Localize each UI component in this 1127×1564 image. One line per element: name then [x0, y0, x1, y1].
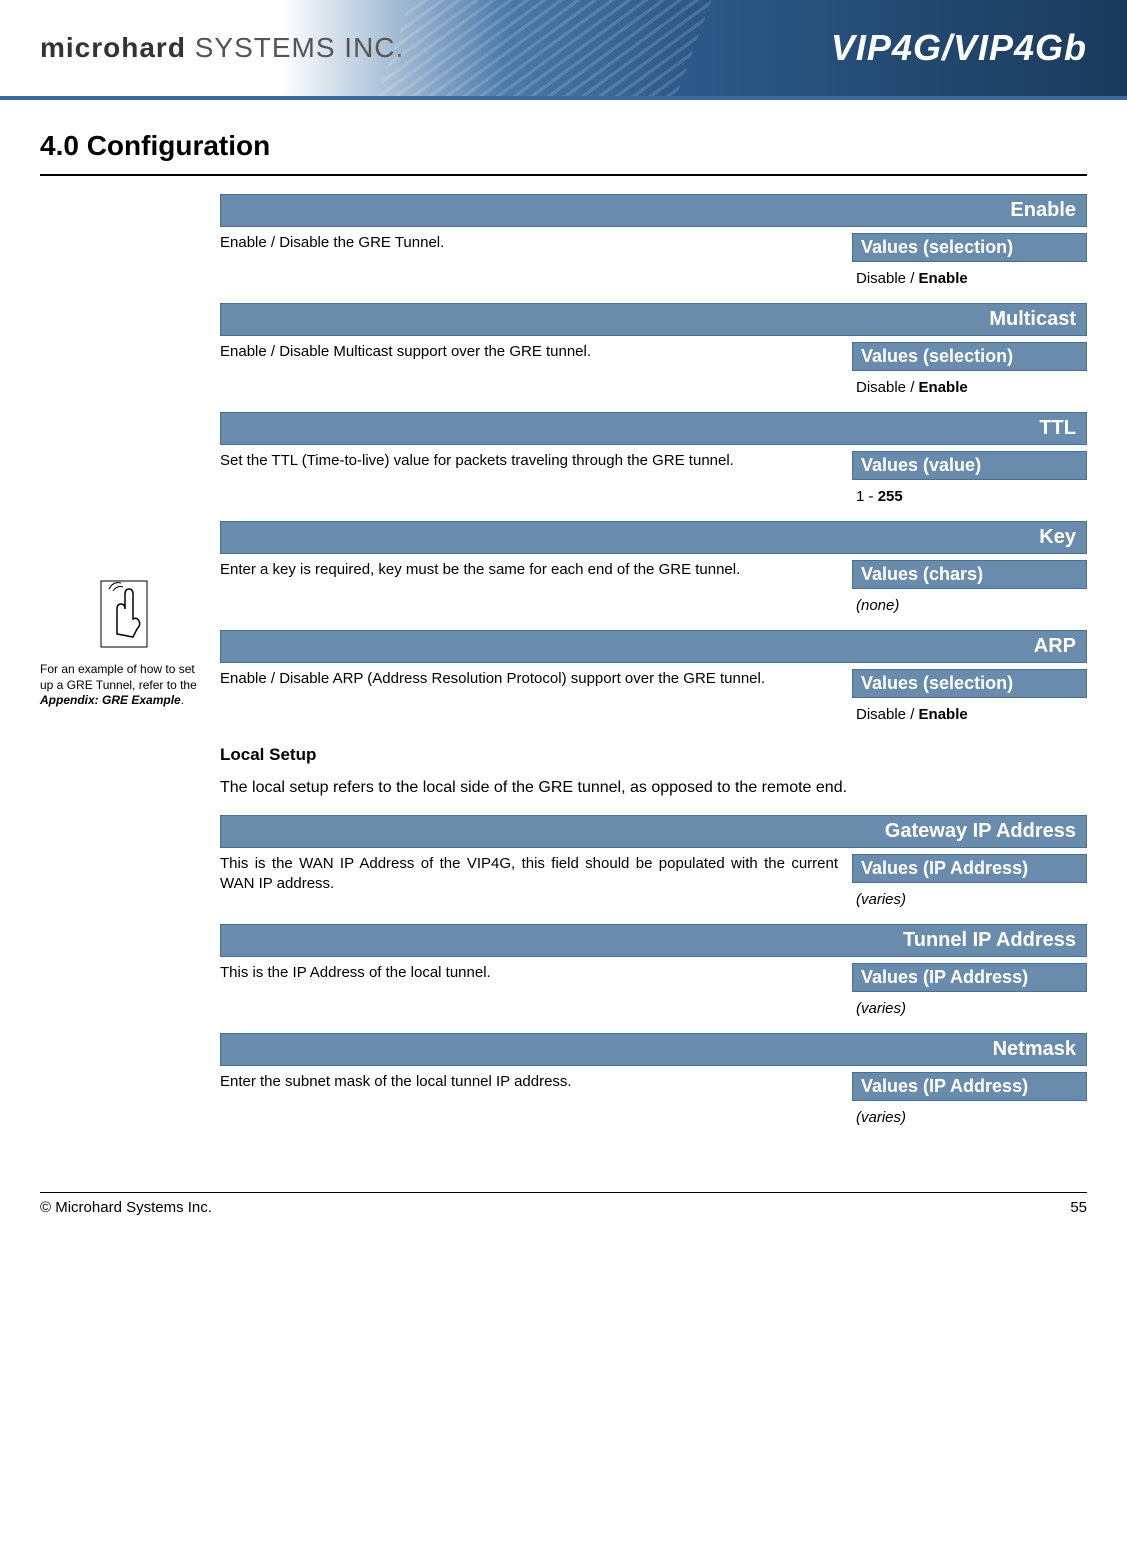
param-desc: Enter the subnet mask of the local tunne… [220, 1072, 852, 1092]
param-key: Key Enter a key is required, key must be… [220, 521, 1087, 618]
values-label: Values (chars) [852, 560, 1087, 589]
param-title: Key [220, 521, 1087, 554]
values-label: Values (IP Address) [852, 1072, 1087, 1101]
param-arp: ARP Enable / Disable ARP (Address Resolu… [220, 630, 1087, 727]
param-title: Multicast [220, 303, 1087, 336]
param-desc: Enter a key is required, key must be the… [220, 560, 852, 580]
param-multicast: Multicast Enable / Disable Multicast sup… [220, 303, 1087, 400]
subsection-text: The local setup refers to the local side… [220, 779, 1087, 797]
main-content: Enable Enable / Disable the GRE Tunnel. … [220, 194, 1087, 1142]
section-title: 4.0 Configuration [0, 100, 1127, 174]
content-wrap: For an example of how to set up a GRE Tu… [0, 194, 1127, 1142]
param-title: TTL [220, 412, 1087, 445]
sidebar-note: For an example of how to set up a GRE Tu… [40, 662, 208, 709]
values-content: (varies) [852, 1101, 1087, 1130]
values-content: Disable / Enable [852, 698, 1087, 727]
logo-suffix: SYSTEMS INC. [186, 32, 404, 63]
values-content: Disable / Enable [852, 371, 1087, 400]
param-desc: Enable / Disable Multicast support over … [220, 342, 852, 362]
sidebar-note-emphasis: Appendix: GRE Example [40, 693, 181, 707]
param-title: Gateway IP Address [220, 815, 1087, 848]
hand-note-icon [94, 574, 154, 654]
values-content: (none) [852, 589, 1087, 618]
subsection-title: Local Setup [220, 745, 1087, 765]
values-label: Values (value) [852, 451, 1087, 480]
param-netmask: Netmask Enter the subnet mask of the loc… [220, 1033, 1087, 1130]
values-label: Values (selection) [852, 669, 1087, 698]
header-banner: microhard SYSTEMS INC. VIP4G/VIP4Gb [0, 0, 1127, 100]
param-desc: Enable / Disable the GRE Tunnel. [220, 233, 852, 253]
footer-rule [40, 1192, 1087, 1193]
values-label: Values (IP Address) [852, 854, 1087, 883]
values-content: 1 - 255 [852, 480, 1087, 509]
sidebar: For an example of how to set up a GRE Tu… [40, 194, 220, 1142]
logo-right: VIP4G/VIP4Gb [831, 27, 1087, 69]
param-desc: Enable / Disable ARP (Address Resolution… [220, 669, 852, 689]
param-tunnel-ip: Tunnel IP Address This is the IP Address… [220, 924, 1087, 1021]
param-desc: This is the WAN IP Address of the VIP4G,… [220, 854, 852, 895]
title-rule [40, 174, 1087, 176]
values-label: Values (IP Address) [852, 963, 1087, 992]
logo-brand: microhard [40, 32, 186, 63]
values-content: (varies) [852, 883, 1087, 912]
logo-left: microhard SYSTEMS INC. [40, 32, 404, 64]
sidebar-note-text-2: . [181, 693, 184, 707]
values-label: Values (selection) [852, 342, 1087, 371]
param-title: Netmask [220, 1033, 1087, 1066]
param-ttl: TTL Set the TTL (Time-to-live) value for… [220, 412, 1087, 509]
footer-copyright: © Microhard Systems Inc. [40, 1199, 212, 1216]
param-desc: This is the IP Address of the local tunn… [220, 963, 852, 983]
param-desc: Set the TTL (Time-to-live) value for pac… [220, 451, 852, 471]
param-title: Tunnel IP Address [220, 924, 1087, 957]
param-gateway-ip: Gateway IP Address This is the WAN IP Ad… [220, 815, 1087, 912]
param-enable: Enable Enable / Disable the GRE Tunnel. … [220, 194, 1087, 291]
footer-page-number: 55 [1070, 1199, 1087, 1216]
values-content: (varies) [852, 992, 1087, 1021]
param-title: Enable [220, 194, 1087, 227]
sidebar-note-text-1: For an example of how to set up a GRE Tu… [40, 662, 197, 692]
values-content: Disable / Enable [852, 262, 1087, 291]
param-title: ARP [220, 630, 1087, 663]
values-label: Values (selection) [852, 233, 1087, 262]
footer: © Microhard Systems Inc. 55 [0, 1192, 1127, 1246]
